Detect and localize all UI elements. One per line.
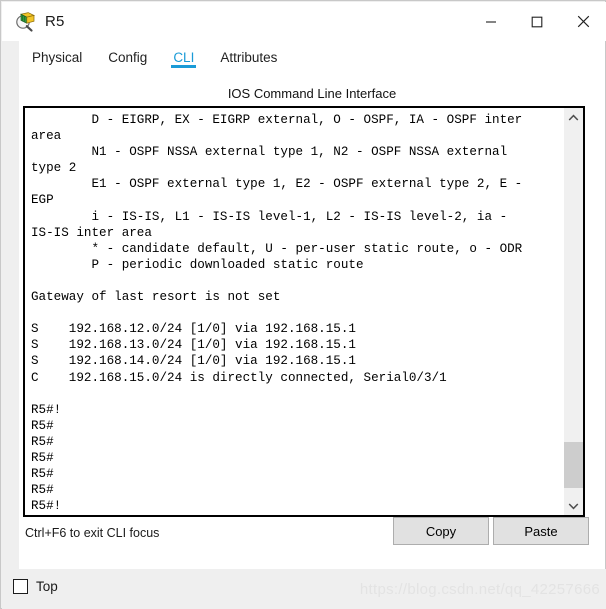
- bottom-bar: Top https://blog.csdn.net/qq_42257666: [2, 569, 606, 609]
- minimize-icon: [486, 20, 496, 23]
- maximize-icon: [531, 16, 543, 27]
- chevron-down-icon: [568, 502, 579, 509]
- minimize-button[interactable]: [468, 2, 514, 41]
- maximize-button[interactable]: [514, 2, 560, 41]
- tab-bar: Physical Config CLI Attributes: [19, 41, 605, 76]
- tab-cli[interactable]: CLI: [160, 41, 207, 76]
- title-bar: R5: [2, 2, 606, 41]
- scrollbar-thumb[interactable]: [564, 442, 583, 488]
- packet-tracer-inspect-icon: [14, 11, 36, 33]
- tab-attributes[interactable]: Attributes: [207, 41, 290, 76]
- panel-title: IOS Command Line Interface: [227, 86, 397, 101]
- window-controls: [468, 2, 606, 41]
- copy-button[interactable]: Copy: [393, 517, 489, 545]
- paste-button[interactable]: Paste: [493, 517, 589, 545]
- cli-focus-hint: Ctrl+F6 to exit CLI focus: [25, 526, 160, 540]
- top-checkbox[interactable]: [13, 579, 28, 594]
- top-checkbox-label: Top: [36, 579, 58, 594]
- close-icon: [577, 15, 589, 28]
- router-device-window: R5 Physical Config CLI Attributes IOS Co…: [0, 0, 606, 609]
- tab-physical[interactable]: Physical: [19, 41, 95, 76]
- tab-config[interactable]: Config: [95, 41, 160, 76]
- top-checkbox-group[interactable]: Top: [13, 579, 58, 594]
- cli-output-text[interactable]: D - EIGRP, EX - EIGRP external, O - OSPF…: [25, 108, 563, 515]
- close-button[interactable]: [560, 2, 606, 41]
- watermark-text: https://blog.csdn.net/qq_42257666: [359, 581, 600, 598]
- cli-console[interactable]: D - EIGRP, EX - EIGRP external, O - OSPF…: [23, 106, 585, 517]
- cli-panel: IOS Command Line Interface D - EIGRP, EX…: [19, 76, 605, 569]
- scroll-up-button[interactable]: [564, 108, 583, 127]
- cli-scrollbar[interactable]: [563, 108, 583, 515]
- scroll-down-button[interactable]: [564, 496, 583, 515]
- window-title: R5: [45, 13, 65, 30]
- chevron-up-icon: [568, 114, 579, 121]
